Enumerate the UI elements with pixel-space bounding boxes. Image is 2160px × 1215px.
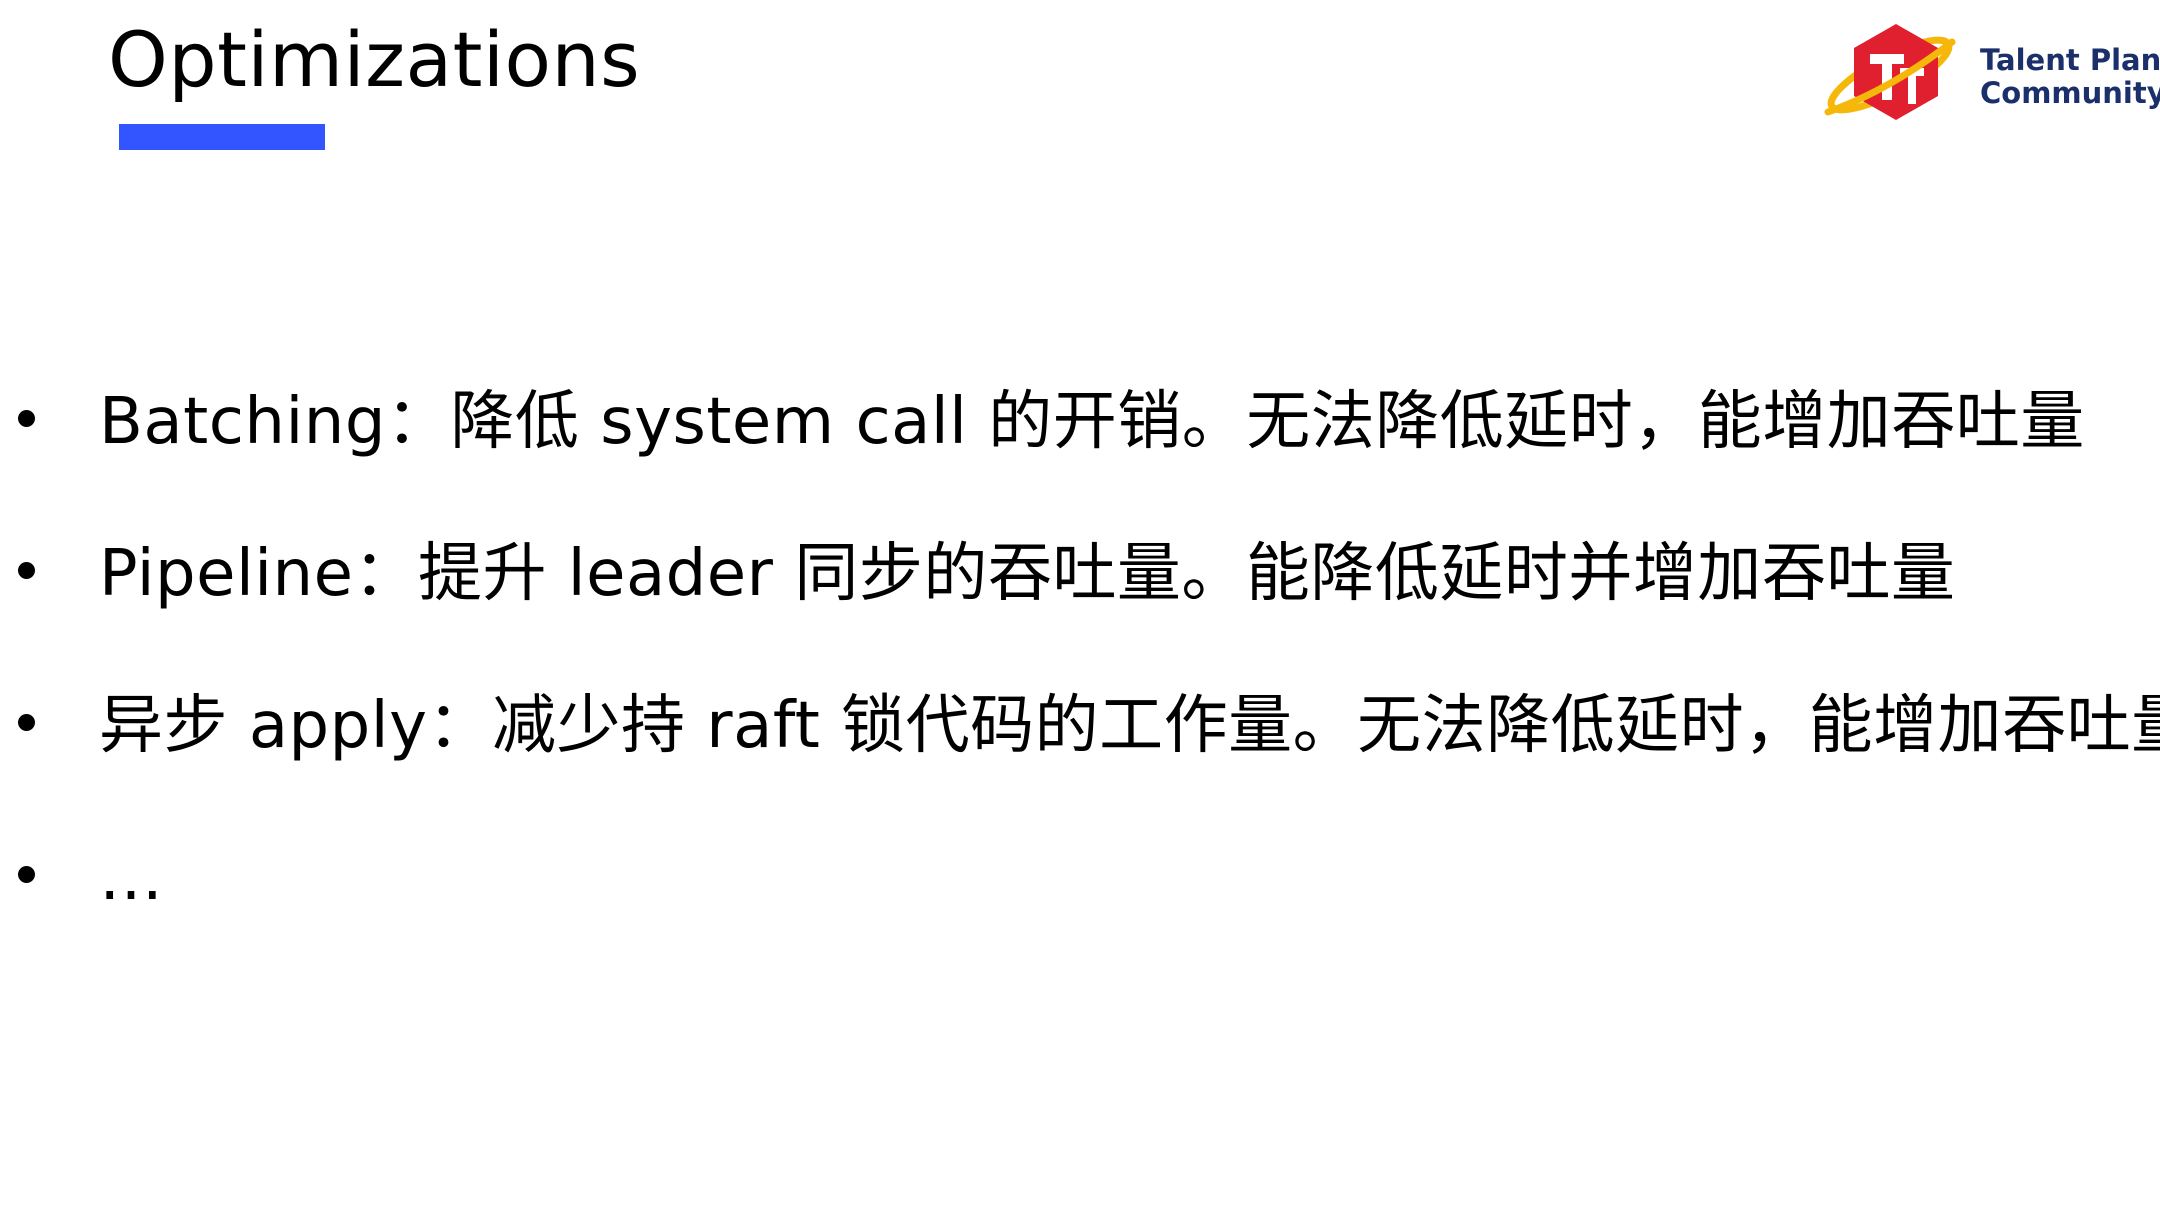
bullet-text: …: [99, 841, 164, 915]
logo-wordmark: Talent Plan Community: [1980, 44, 2160, 110]
logo-line-2: Community: [1980, 76, 2160, 110]
slide-title: Optimizations: [108, 15, 641, 104]
title-accent-bar: [119, 124, 325, 150]
bullet-text: 异步 apply：减少持 raft 锁代码的工作量。无法降低延时，能增加吞吐量: [99, 689, 2160, 763]
logo-line-1: Talent Plan: [1980, 43, 2160, 77]
bullet-dot-icon: [18, 562, 35, 579]
tp-hexagon-logo-icon: [1824, 24, 1956, 120]
bullet-dot-icon: [18, 866, 35, 883]
talent-plan-logo: Talent Plan Community: [1820, 20, 2160, 130]
bullet-dot-icon: [18, 714, 35, 731]
bullet-text: Batching：降低 system call 的开销。无法降低延时，能增加吞吐…: [99, 385, 2085, 459]
bullet-dot-icon: [18, 410, 35, 427]
bullet-text: Pipeline：提升 leader 同步的吞吐量。能降低延时并增加吞吐量: [99, 537, 1956, 611]
